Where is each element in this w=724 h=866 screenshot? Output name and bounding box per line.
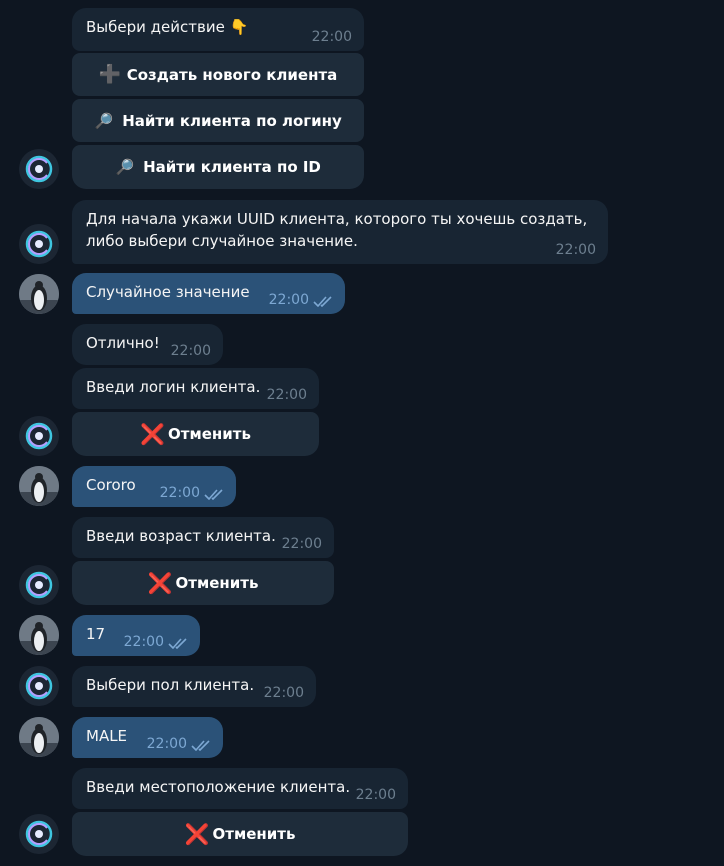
bot-message: Для начала укажи UUID клиента, которого …: [72, 200, 608, 264]
read-checkmark-icon: [313, 296, 332, 307]
search-icon: 🔎: [115, 158, 135, 176]
read-checkmark-icon: [191, 740, 210, 751]
message-time: 22:00: [266, 387, 307, 403]
bot-avatar[interactable]: [19, 666, 59, 706]
read-checkmark-icon: [168, 638, 187, 649]
message-time: 22:00: [159, 485, 200, 501]
bot-message: Выбери пол клиента. 22:00: [72, 666, 316, 707]
cross-icon: ❌: [147, 571, 173, 595]
button-label: Отменить: [212, 825, 296, 843]
message-text: Введи логин клиента.: [86, 378, 261, 396]
bot-avatar[interactable]: [19, 224, 59, 264]
create-client-button[interactable]: ➕ Создать нового клиента: [72, 53, 364, 96]
message-time: 22:00: [263, 685, 304, 701]
user-avatar[interactable]: [19, 274, 59, 314]
message-text: Введи местоположение клиента.: [86, 778, 351, 796]
message-time: 22:00: [311, 29, 352, 45]
button-label: Отменить: [175, 574, 259, 592]
message-time: 22:00: [123, 634, 164, 650]
cancel-button[interactable]: ❌ Отменить: [72, 561, 334, 605]
message-time: 22:00: [355, 787, 396, 803]
search-icon: 🔎: [94, 111, 114, 130]
button-label: Найти клиента по логину: [122, 111, 342, 130]
user-message: Cororo 22:00: [72, 466, 236, 507]
bot-message: Выбери действие 👇 22:00: [72, 8, 364, 51]
message-text: Для начала укажи UUID клиента, которого …: [86, 210, 588, 250]
bot-avatar[interactable]: [19, 565, 59, 605]
message-time: 22:00: [170, 343, 211, 359]
bot-message: Отлично! 22:00: [72, 324, 223, 365]
message-text: Cororo: [86, 476, 136, 494]
find-by-login-button[interactable]: 🔎 Найти клиента по логину: [72, 99, 364, 142]
message-text: Выбери пол клиента.: [86, 676, 255, 694]
message-time: 22:00: [268, 292, 309, 308]
message-text: MALE: [86, 727, 128, 745]
plus-icon: ➕: [98, 63, 122, 85]
cancel-button[interactable]: ❌ Отменить: [72, 812, 408, 856]
user-avatar[interactable]: [19, 717, 59, 757]
find-by-id-button[interactable]: 🔎 Найти клиента по ID: [72, 145, 364, 189]
bot-message: Введи местоположение клиента. 22:00: [72, 768, 408, 809]
message-time: 22:00: [555, 242, 596, 258]
message-text: Введи возраст клиента.: [86, 527, 276, 545]
bot-avatar[interactable]: [19, 416, 59, 456]
bot-message: Введи логин клиента. 22:00: [72, 368, 319, 409]
message-time: 22:00: [146, 736, 187, 752]
button-label: Создать нового клиента: [126, 65, 338, 84]
cross-icon: ❌: [140, 422, 165, 446]
button-label: Найти клиента по ID: [143, 158, 321, 176]
user-message: 17 22:00: [72, 615, 200, 656]
bot-message: Введи возраст клиента. 22:00: [72, 517, 334, 558]
message-text: 17: [86, 625, 106, 643]
read-checkmark-icon: [204, 489, 223, 500]
user-message: MALE 22:00: [72, 717, 223, 758]
bot-avatar[interactable]: [19, 814, 59, 854]
bot-avatar[interactable]: [19, 149, 59, 189]
message-text: Отлично!: [86, 334, 160, 352]
button-label: Отменить: [168, 425, 251, 443]
user-message: Случайное значение 22:00: [72, 273, 345, 314]
message-text: Выбери действие 👇: [86, 18, 249, 36]
message-text: Случайное значение: [86, 283, 250, 301]
user-avatar[interactable]: [19, 466, 59, 506]
user-avatar[interactable]: [19, 615, 59, 655]
cancel-button[interactable]: ❌ Отменить: [72, 412, 319, 456]
message-time: 22:00: [281, 536, 322, 552]
cross-icon: ❌: [184, 822, 210, 846]
